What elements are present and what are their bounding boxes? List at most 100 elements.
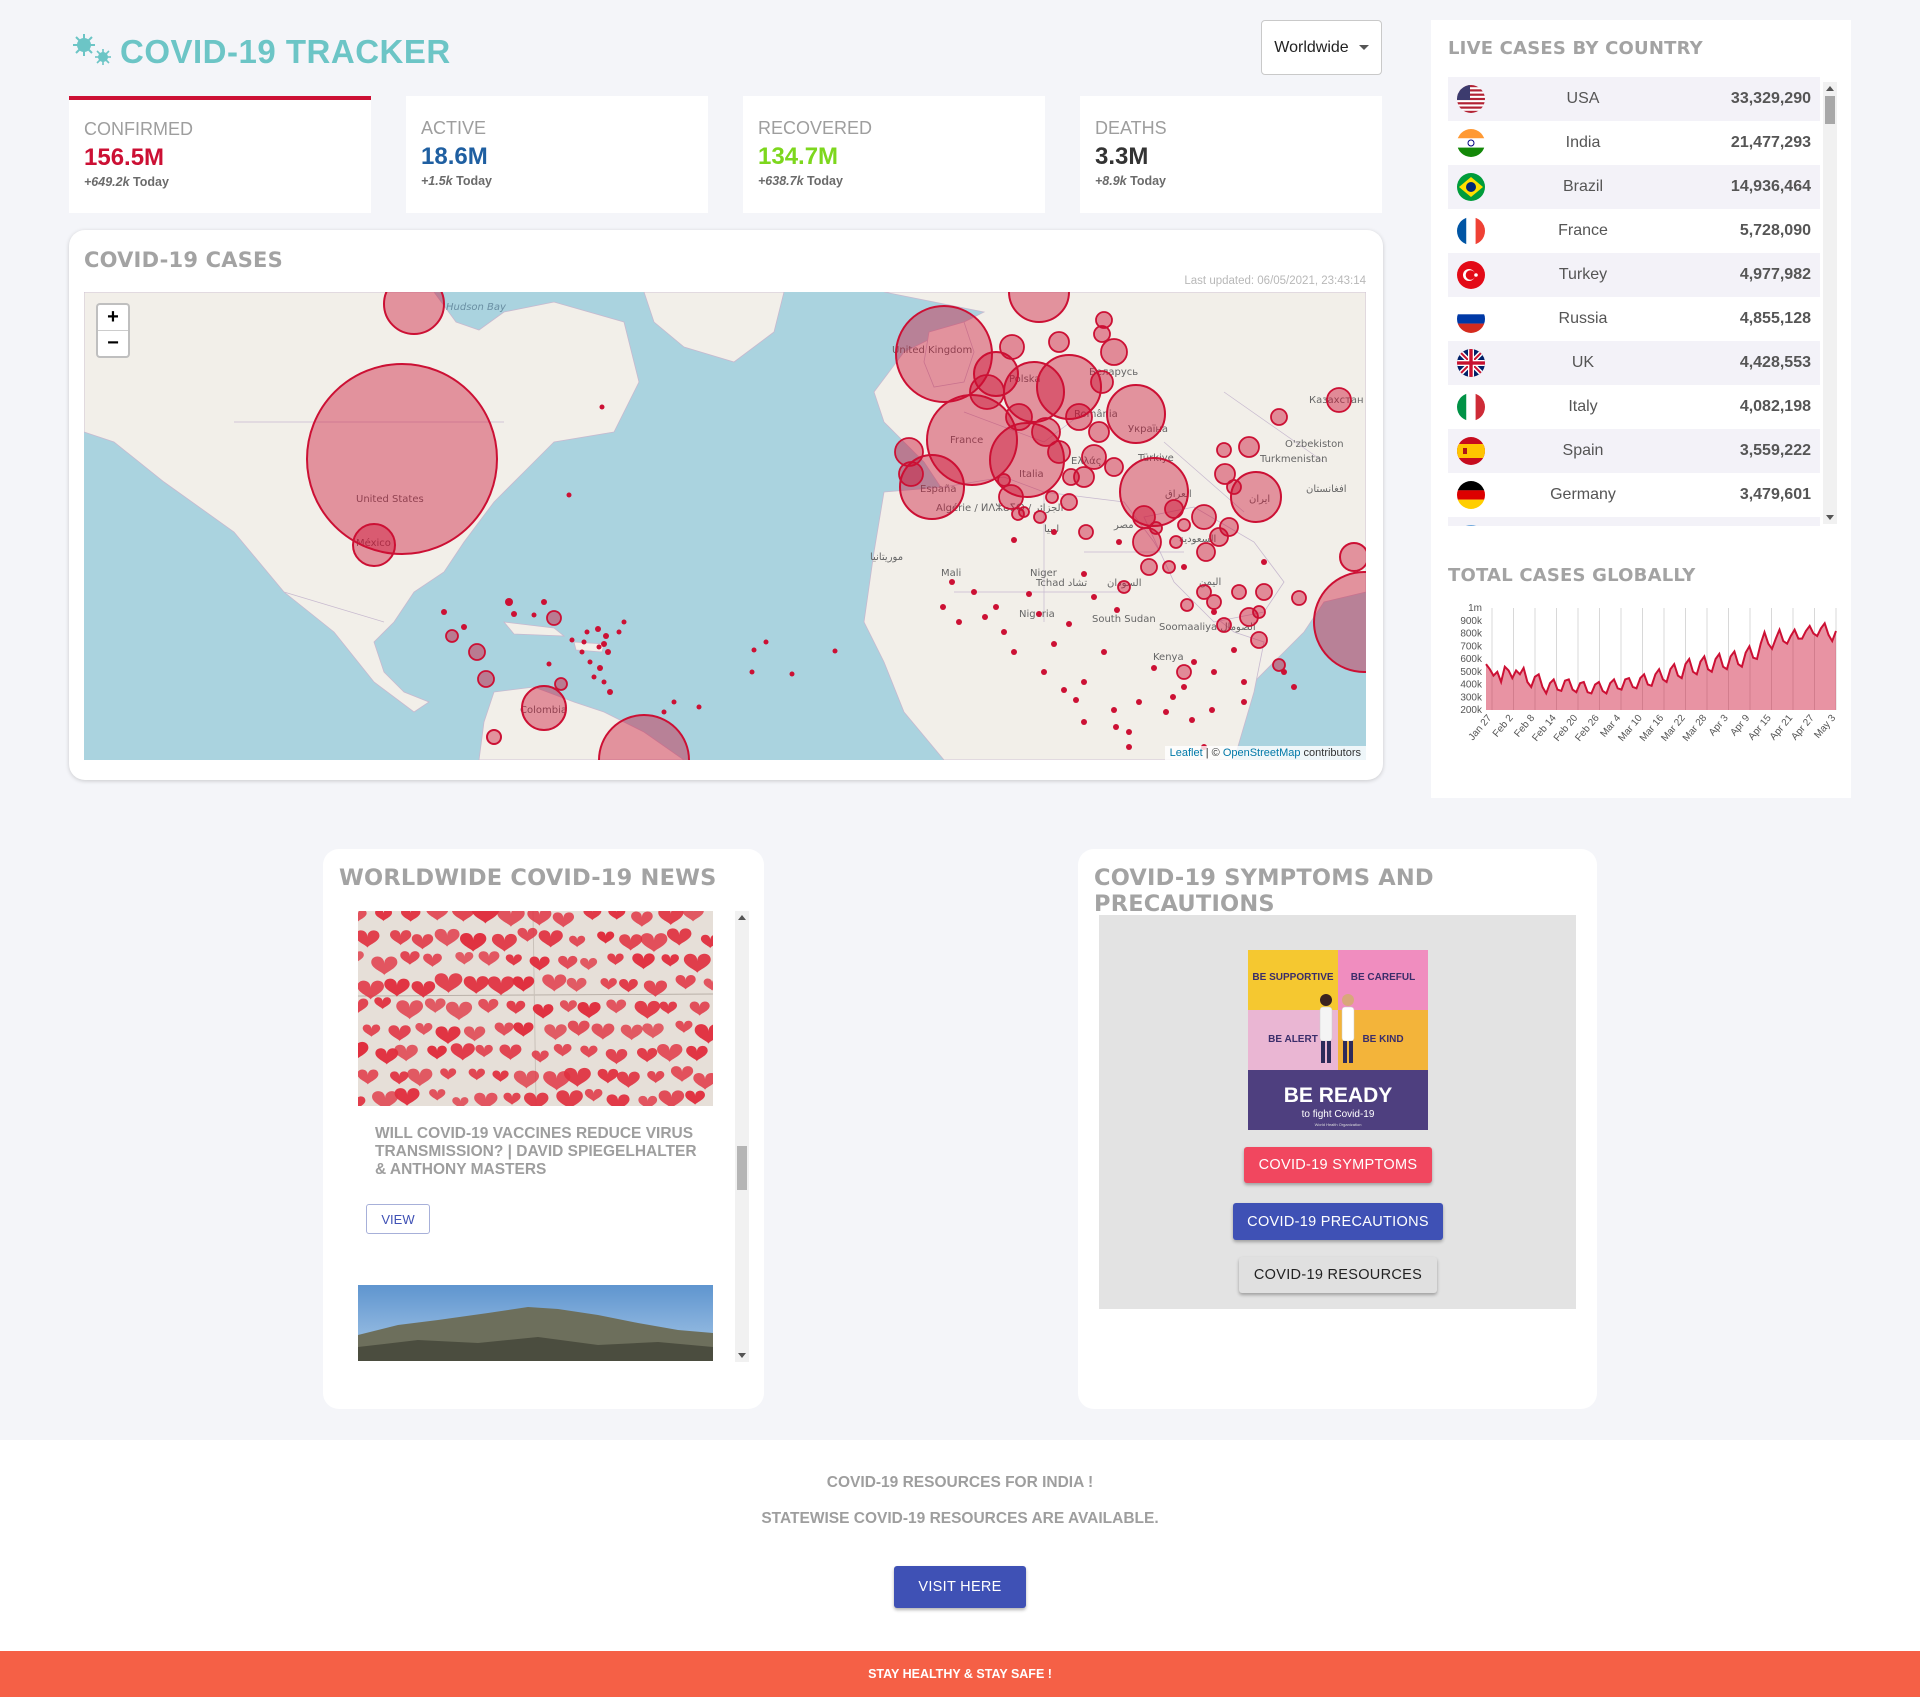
world-map[interactable]: Hudson Bay United States México Colombia… xyxy=(84,292,1366,760)
stat-card-deaths[interactable]: Deaths 3.3M +8.9k Today xyxy=(1080,96,1382,213)
tr-flag-icon xyxy=(1457,261,1485,289)
y-tick-label: 400k xyxy=(1460,680,1483,691)
country-name: UK xyxy=(1571,354,1595,371)
svg-text:Hudson Bay: Hudson Bay xyxy=(446,302,507,313)
visit-here-button[interactable]: VISIT HERE xyxy=(894,1566,1026,1608)
country-cases: 4,082,198 xyxy=(1739,398,1811,415)
svg-text:O'zbekiston: O'zbekiston xyxy=(1285,439,1344,450)
es-flag-icon xyxy=(1457,437,1485,465)
right-panel: LIVE CASES BY COUNTRY USA 33,329,290 Ind… xyxy=(1431,20,1851,798)
svg-text:BE KIND: BE KIND xyxy=(1362,1034,1403,1045)
country-cases: 4,977,982 xyxy=(1739,266,1811,283)
covid-resources-button[interactable]: COVID-19 RESOURCES xyxy=(1239,1257,1437,1293)
br-flag-icon xyxy=(1457,173,1485,201)
caret-down-icon xyxy=(1358,45,1369,50)
scroll-thumb[interactable] xyxy=(737,1146,747,1190)
table-row: France 5,728,090 xyxy=(1448,209,1820,253)
x-tick-label: Feb 26 xyxy=(1573,713,1602,744)
stat-label: Confirmed xyxy=(84,119,193,139)
news-image-hearts[interactable] xyxy=(358,911,713,1106)
stat-label: Deaths xyxy=(1095,118,1167,138)
stat-today: +1.5k Today xyxy=(421,174,493,188)
osm-link[interactable]: OpenStreetMap xyxy=(1223,747,1301,759)
svg-text:to fight Covid-19: to fight Covid-19 xyxy=(1302,1109,1375,1120)
leaflet-link[interactable]: Leaflet xyxy=(1170,747,1203,759)
y-tick-label: 800k xyxy=(1460,629,1483,640)
fr-flag-icon xyxy=(1457,217,1485,245)
zoom-out-button[interactable]: − xyxy=(98,331,128,356)
x-tick-label: Apr 3 xyxy=(1707,713,1731,739)
table-row: Germany 3,479,601 xyxy=(1448,473,1820,517)
country-select[interactable]: Worldwide xyxy=(1261,20,1382,75)
scroll-up-icon xyxy=(1826,86,1834,91)
svg-text:BE CAREFUL: BE CAREFUL xyxy=(1351,972,1415,983)
brand: COVID-19 TRACKER xyxy=(70,24,451,80)
country-table[interactable]: USA 33,329,290 India 21,477,293 Brazil 1… xyxy=(1448,77,1820,526)
partial-flag-icon xyxy=(1457,525,1485,526)
stat-card-recovered[interactable]: Recovered 134.7M +638.7k Today xyxy=(743,96,1045,213)
news-title: WORLDWIDE COVID-19 NEWS xyxy=(339,865,717,891)
covid-precautions-button[interactable]: COVID-19 PRECAUTIONS xyxy=(1233,1203,1443,1240)
news-scrollbar[interactable] xyxy=(735,911,749,1362)
scroll-thumb[interactable] xyxy=(1825,96,1835,124)
table-row: Spain 3,559,222 xyxy=(1448,429,1820,473)
svg-text:Tchad تشاد: Tchad تشاد xyxy=(1035,578,1087,589)
in-flag-icon xyxy=(1457,129,1485,157)
country-name: Italy xyxy=(1568,398,1598,415)
country-cases: 3,479,601 xyxy=(1739,486,1811,503)
y-tick-label: 200k xyxy=(1460,705,1483,716)
covid-symptoms-button[interactable]: COVID-19 SYMPTOMS xyxy=(1244,1147,1432,1183)
svg-text:South Sudan: South Sudan xyxy=(1092,614,1156,625)
scroll-down-icon xyxy=(738,1353,746,1358)
stat-today: +638.7k Today xyxy=(758,174,843,188)
stat-value: 134.7M xyxy=(758,143,839,170)
country-cases: 4,855,128 xyxy=(1739,310,1811,327)
scroll-down-icon xyxy=(1826,515,1834,520)
us-flag-icon xyxy=(1457,85,1485,113)
x-tick-label: Apr 27 xyxy=(1789,713,1817,743)
svg-text:BE ALERT: BE ALERT xyxy=(1268,1034,1318,1045)
stat-value: 18.6M xyxy=(421,143,488,170)
stat-card-active[interactable]: Active 18.6M +1.5k Today xyxy=(406,96,708,213)
news-image-landscape[interactable] xyxy=(358,1285,713,1361)
country-name: USA xyxy=(1566,90,1600,107)
it-flag-icon xyxy=(1457,393,1485,421)
table-row: Turkey 4,977,982 xyxy=(1448,253,1820,297)
stat-label: Recovered xyxy=(758,118,873,138)
country-name: India xyxy=(1565,134,1601,151)
svg-text:Kenya: Kenya xyxy=(1153,652,1184,663)
de-flag-icon xyxy=(1457,481,1485,509)
map-title: COVID-19 CASES xyxy=(84,248,283,272)
ru-flag-icon xyxy=(1457,305,1485,333)
stat-label: Active xyxy=(421,118,487,138)
country-cases: 5,728,090 xyxy=(1739,222,1811,239)
svg-text:BE READY: BE READY xyxy=(1284,1084,1393,1107)
y-tick-label: 1m xyxy=(1468,603,1482,614)
y-tick-label: 900k xyxy=(1460,616,1483,627)
table-row: UK 4,428,553 xyxy=(1448,341,1820,385)
stat-card-confirmed[interactable]: Confirmed 156.5M +649.2k Today xyxy=(69,96,371,213)
news-headline[interactable]: Will Covid-19 vaccines reduce virus tran… xyxy=(375,1125,705,1179)
table-row: India 21,477,293 xyxy=(1448,121,1820,165)
live-cases-title: LIVE CASES BY COUNTRY xyxy=(1448,38,1703,59)
total-cases-title: TOTAL CASES GLOBALLY xyxy=(1448,565,1696,586)
country-name: Germany xyxy=(1550,486,1616,503)
news-list[interactable]: Will Covid-19 vaccines reduce virus tran… xyxy=(358,911,728,1361)
stat-today: +8.9k Today xyxy=(1095,174,1167,188)
country-name: Brazil xyxy=(1562,178,1603,195)
map-attribution: Leaflet | © OpenStreetMap contributors xyxy=(1164,746,1366,760)
zoom-in-button[interactable]: + xyxy=(98,305,128,331)
india-resources-heading: COVID-19 RESOURCES FOR INDIA ! xyxy=(826,1474,1094,1491)
country-cases: 21,477,293 xyxy=(1730,134,1811,151)
symptoms-card: COVID-19 SYMPTOMS AND PRECAUTIONS BE SUP… xyxy=(1078,849,1597,1409)
svg-text:افغانستان: افغانستان xyxy=(1306,484,1347,495)
map-card: COVID-19 CASES Last updated: 06/05/2021,… xyxy=(69,230,1383,780)
country-name: Russia xyxy=(1558,310,1608,327)
chart-svg: 200k 300k400k 500k 600k 700k800k 900k 1m Jan 27… xyxy=(1460,603,1838,744)
svg-text:موريتانيا: موريتانيا xyxy=(870,552,903,563)
svg-text:Mali: Mali xyxy=(941,568,961,579)
cases-area xyxy=(1486,623,1836,710)
table-scrollbar[interactable] xyxy=(1823,82,1837,524)
table-row: Russia 4,855,128 xyxy=(1448,297,1820,341)
news-view-button[interactable]: VIEW xyxy=(366,1204,430,1234)
